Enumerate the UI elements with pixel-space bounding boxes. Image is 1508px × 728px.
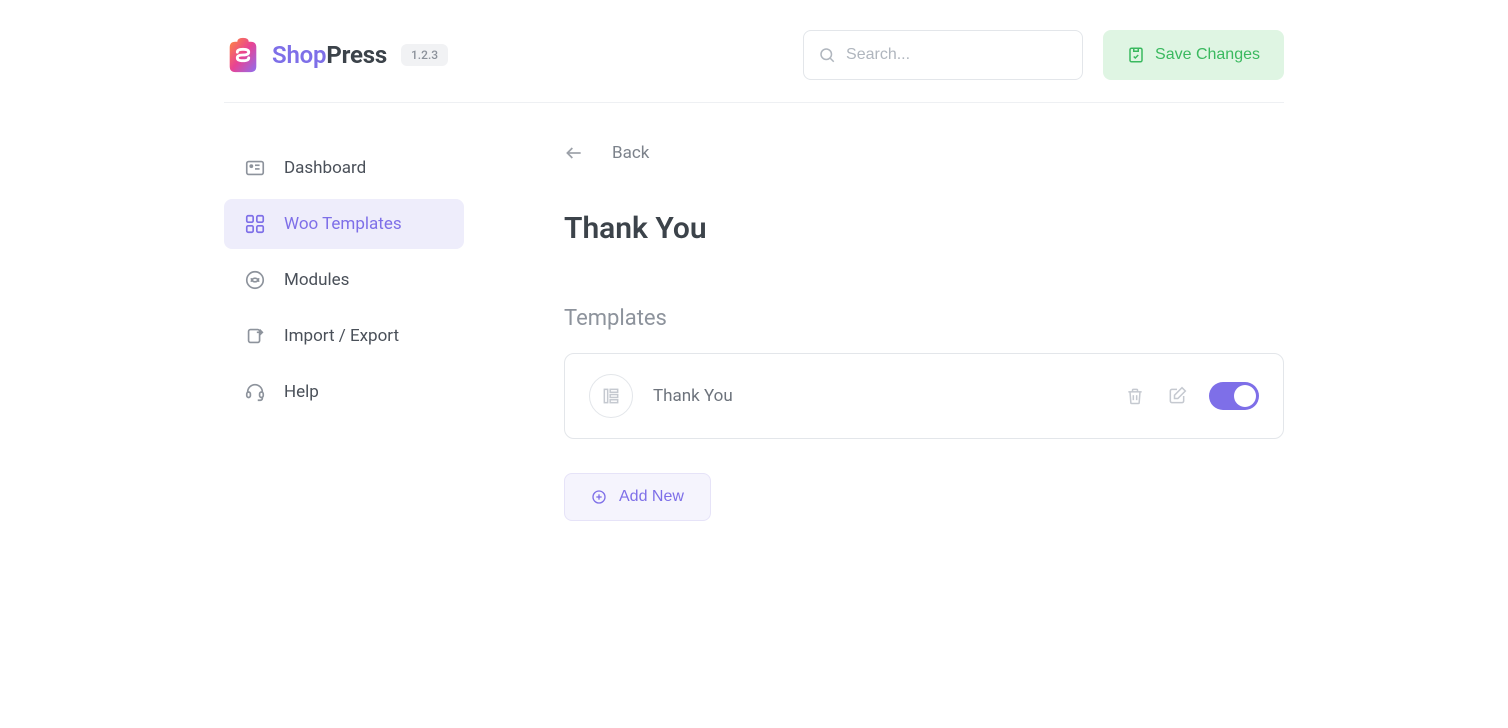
- logo-zone: ShopPress 1.2.3: [224, 36, 448, 74]
- section-label: Templates: [564, 306, 1284, 331]
- back-link[interactable]: Back: [564, 143, 1284, 163]
- elementor-icon: [601, 386, 621, 406]
- sidebar-item-label: Import / Export: [284, 326, 399, 346]
- plus-circle-icon: [591, 489, 607, 505]
- shoppress-logo-icon: [224, 36, 262, 74]
- template-actions: [1125, 382, 1259, 410]
- add-new-label: Add New: [619, 488, 684, 506]
- template-info: Thank You: [589, 374, 733, 418]
- template-card: Thank You: [564, 353, 1284, 439]
- templates-icon: [244, 213, 266, 235]
- edit-icon[interactable]: [1167, 386, 1187, 406]
- sidebar-item-label: Modules: [284, 270, 349, 290]
- arrow-left-icon: [564, 143, 584, 163]
- version-badge: 1.2.3: [401, 44, 448, 66]
- trash-icon[interactable]: [1125, 386, 1145, 406]
- back-label: Back: [612, 143, 649, 163]
- sidebar-item-label: Help: [284, 382, 319, 402]
- save-label: Save Changes: [1155, 46, 1260, 64]
- search-box[interactable]: [803, 30, 1083, 80]
- help-icon: [244, 381, 266, 403]
- main-content: Back Thank You Templates Thank You: [564, 143, 1284, 521]
- modules-icon: [244, 269, 266, 291]
- sidebar-item-dashboard[interactable]: Dashboard: [224, 143, 464, 193]
- header-right: Save Changes: [803, 30, 1284, 80]
- import-export-icon: [244, 325, 266, 347]
- sidebar-item-modules[interactable]: Modules: [224, 255, 464, 305]
- search-icon: [818, 46, 836, 64]
- template-name: Thank You: [653, 386, 733, 406]
- add-new-button[interactable]: Add New: [564, 473, 711, 521]
- save-icon: [1127, 46, 1145, 64]
- sidebar: Dashboard Woo Templates Modules: [224, 143, 464, 521]
- save-changes-button[interactable]: Save Changes: [1103, 30, 1284, 80]
- toggle-knob: [1234, 385, 1256, 407]
- body: Dashboard Woo Templates Modules: [224, 103, 1284, 521]
- page-title: Thank You: [564, 211, 1284, 246]
- sidebar-item-label: Dashboard: [284, 158, 366, 178]
- template-toggle[interactable]: [1209, 382, 1259, 410]
- dashboard-icon: [244, 157, 266, 179]
- sidebar-item-import-export[interactable]: Import / Export: [224, 311, 464, 361]
- sidebar-item-label: Woo Templates: [284, 214, 402, 234]
- template-icon-circle: [589, 374, 633, 418]
- sidebar-item-woo-templates[interactable]: Woo Templates: [224, 199, 464, 249]
- header: ShopPress 1.2.3 Save Changes: [224, 20, 1284, 103]
- sidebar-item-help[interactable]: Help: [224, 367, 464, 417]
- app-logo[interactable]: ShopPress: [224, 36, 387, 74]
- search-input[interactable]: [846, 46, 1068, 64]
- logo-text: ShopPress: [272, 41, 387, 69]
